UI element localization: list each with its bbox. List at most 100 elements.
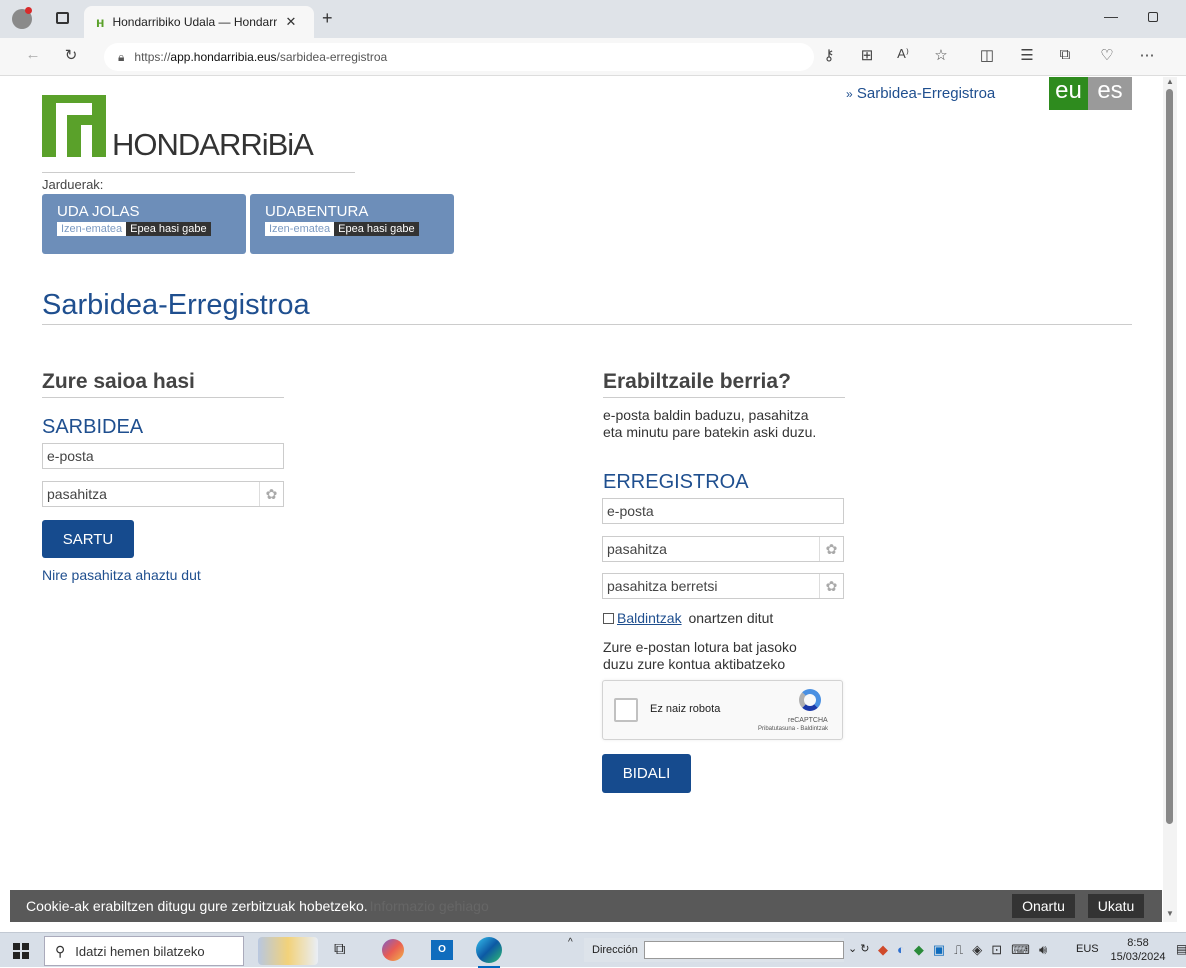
notifications-icon[interactable]: ▤ <box>1176 942 1186 956</box>
outlook-app-icon[interactable]: O <box>431 940 453 960</box>
address-toolbar-label: Dirección <box>592 944 638 956</box>
favorites-icon[interactable]: ☰ <box>1016 46 1038 64</box>
url-path: /sarbidea-erregistroa <box>276 50 388 64</box>
login-subheading: SARBIDEA <box>42 416 144 438</box>
tab-actions-icon[interactable] <box>56 12 69 24</box>
login-heading: Zure saioa hasi <box>42 370 195 393</box>
tray-app-icon[interactable]: ◆ <box>878 942 888 958</box>
tray-app-icon[interactable]: ◆ <box>914 942 924 958</box>
app-view-icon[interactable]: ⊞ <box>856 46 878 64</box>
cookie-accept-button[interactable]: Onartu <box>1012 894 1075 918</box>
back-icon[interactable]: ← <box>22 46 44 63</box>
url-field[interactable]: 🔒︎ https://app.hondarribia.eus/sarbidea-… <box>104 43 814 71</box>
recaptcha-label: Ez naiz robota <box>650 703 721 715</box>
activity-title: UDA JOLAS <box>57 203 140 220</box>
browser-essentials-icon[interactable]: ♡ <box>1096 46 1118 64</box>
recaptcha-links[interactable]: Pribatutasuna - Baldintzak <box>758 726 828 732</box>
forgot-password-link[interactable]: Nire pasahitza ahaztu dut <box>42 567 201 583</box>
volume-icon[interactable]: 🔊︎ <box>1039 942 1047 958</box>
breadcrumb-label: Sarbidea-Erregistroa <box>856 85 996 102</box>
profile-icon[interactable] <box>12 7 32 29</box>
security-icon[interactable]: ◈ <box>972 942 982 958</box>
language-bar-icon[interactable]: ⌨ <box>1011 942 1030 958</box>
register-intro-line1: e-posta baldin baduzu, pasahitza <box>603 407 809 423</box>
url-text: https://app.hondarribia.eus/sarbidea-err… <box>134 50 387 64</box>
collections-icon[interactable]: ⧉ <box>1054 46 1076 63</box>
clock[interactable]: 8:58 15/03/2024 <box>1110 936 1166 964</box>
toolbar-dropdown-icon[interactable]: ⌄ ↻ <box>848 942 870 955</box>
show-password-icon[interactable]: ✿ <box>819 574 843 598</box>
register-password-confirm-input[interactable]: pasahitza berretsi ✿ <box>602 573 844 599</box>
windows-taskbar: ⚲ Idatzi hemen bilatzeko ⧉ O ^ Dirección… <box>0 932 1186 968</box>
page-scrollbar[interactable]: ▲ ▼ <box>1163 77 1177 922</box>
scrollbar-thumb[interactable] <box>1166 89 1173 824</box>
terms-suffix: onartzen ditut <box>684 610 774 626</box>
toolbar-chevron-icon[interactable]: ^ <box>568 937 573 948</box>
recaptcha-logo-icon <box>799 689 821 711</box>
restore-icon[interactable] <box>1148 12 1158 22</box>
browser-tab-bar: ʜ Hondarribiko Udala — Hondarrib ✕ + — <box>0 0 1186 38</box>
double-chevron-icon: » <box>846 87 853 101</box>
register-note-line2: duzu zure kontua aktibatzeko <box>603 656 786 672</box>
usb-icon[interactable]: ⎍ <box>954 942 963 958</box>
cookie-reject-button[interactable]: Ukatu <box>1088 894 1144 918</box>
tray-app-icon[interactable]: ◐ <box>897 942 905 958</box>
windows-start-icon[interactable] <box>13 943 29 959</box>
recaptcha-checkbox[interactable] <box>614 698 638 722</box>
network-icon[interactable]: ⊡ <box>991 942 1002 958</box>
register-note-line1: Zure e-postan lotura bat jasoko <box>603 639 797 655</box>
login-email-input[interactable]: e-posta <box>42 443 284 469</box>
login-password-input[interactable]: pasahitza ✿ <box>42 481 284 507</box>
show-password-icon[interactable]: ✿ <box>819 537 843 561</box>
logo-divider <box>42 172 355 173</box>
show-password-icon[interactable]: ✿ <box>259 482 283 506</box>
taskbar-search[interactable]: ⚲ Idatzi hemen bilatzeko <box>44 936 244 966</box>
breadcrumb[interactable]: » Sarbidea-Erregistroa <box>846 85 995 102</box>
terms-link[interactable]: Baldintzak <box>617 610 682 626</box>
page-title: Sarbidea-Erregistroa <box>42 289 310 321</box>
search-icon: ⚲ <box>55 942 66 959</box>
terms-row: Baldintzak onartzen ditut <box>603 610 773 626</box>
activities-label: Jarduerak: <box>42 177 104 192</box>
close-tab-icon[interactable]: ✕ <box>285 14 296 30</box>
edge-app-icon[interactable] <box>476 937 502 963</box>
taskbar-search-placeholder: Idatzi hemen bilatzeko <box>75 943 205 959</box>
scroll-down-icon[interactable]: ▼ <box>1166 909 1174 918</box>
lang-eu-button[interactable]: eu <box>1049 77 1088 110</box>
cookie-more-link[interactable]: Informazio gehiago <box>370 898 489 914</box>
more-icon[interactable]: ⋯ <box>1136 46 1158 64</box>
register-password-placeholder: pasahitza <box>607 541 667 557</box>
register-password-input[interactable]: pasahitza ✿ <box>602 536 844 562</box>
refresh-icon[interactable]: ↻ <box>60 46 82 64</box>
minimize-icon[interactable]: — <box>1104 8 1118 24</box>
tab-hondarribia[interactable]: ʜ Hondarribiko Udala — Hondarrib ✕ <box>84 6 314 38</box>
register-divider <box>603 397 845 398</box>
task-view-icon[interactable]: ⧉ <box>334 941 345 959</box>
register-email-input[interactable]: e-posta <box>602 498 844 524</box>
new-tab-icon[interactable]: + <box>322 8 333 29</box>
recaptcha-brand: reCAPTCHA <box>788 717 828 724</box>
terms-checkbox[interactable] <box>603 612 614 624</box>
lock-icon: 🔒︎ <box>118 49 125 64</box>
login-submit-button[interactable]: SARTU <box>42 520 134 558</box>
register-submit-button[interactable]: BIDALI <box>602 754 691 793</box>
paint-app-icon[interactable] <box>382 939 404 961</box>
hondarribia-logo-icon[interactable] <box>42 95 106 157</box>
register-password-confirm-placeholder: pasahitza berretsi <box>607 578 718 594</box>
activity-tag: Izen-ematea <box>57 222 127 236</box>
activity-udabentura[interactable]: UDABENTURA Izen-ematea Epea hasi gabe <box>250 194 454 254</box>
register-heading: Erabiltzaile berria? <box>603 370 791 393</box>
tray-app-icon[interactable]: ▣ <box>933 942 945 958</box>
search-highlight-icon[interactable] <box>258 937 318 965</box>
favorite-star-icon[interactable]: ☆ <box>930 46 952 64</box>
split-screen-icon[interactable]: ◫ <box>976 46 998 64</box>
input-language[interactable]: EUS <box>1076 943 1099 955</box>
key-icon[interactable]: ⚷ <box>818 46 840 64</box>
lang-es-button[interactable]: es <box>1088 77 1132 110</box>
scroll-up-icon[interactable]: ▲ <box>1166 77 1174 86</box>
recaptcha-widget: Ez naiz robota reCAPTCHA Pribatutasuna -… <box>602 680 843 740</box>
activity-uda-jolas[interactable]: UDA JOLAS Izen-ematea Epea hasi gabe <box>42 194 246 254</box>
read-aloud-icon[interactable]: A⁾ <box>892 46 914 62</box>
web-page: HONDARRiBiA » Sarbidea-Erregistroa eu es… <box>0 77 1166 922</box>
address-toolbar-input[interactable] <box>644 941 844 959</box>
